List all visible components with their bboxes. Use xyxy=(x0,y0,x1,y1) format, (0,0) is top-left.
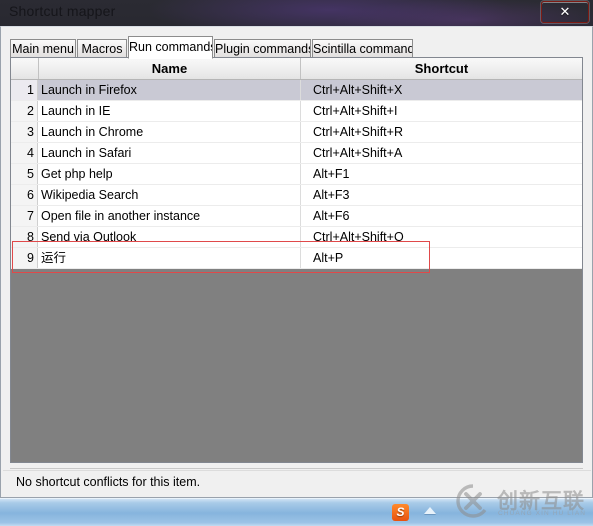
background-window-text xyxy=(205,2,535,24)
table-row[interactable]: 3 Launch in Chrome Ctrl+Alt+Shift+R xyxy=(11,122,582,143)
list-header-row: Name Shortcut xyxy=(11,58,582,80)
column-divider xyxy=(300,80,301,100)
column-header-shortcut[interactable]: Shortcut xyxy=(301,58,582,79)
window-title: Shortcut mapper xyxy=(9,3,116,19)
row-name: Launch in Chrome xyxy=(41,125,144,139)
row-shortcut: Ctrl+Alt+Shift+R xyxy=(313,125,403,139)
row-name: Launch in IE xyxy=(41,104,111,118)
windows-taskbar[interactable]: S xyxy=(0,498,593,526)
row-index: 7 xyxy=(11,206,38,226)
row-index: 4 xyxy=(11,143,38,163)
row-name: Send via Outlook xyxy=(41,230,137,244)
tab-strip: Main menu Macros Run commands Plugin comman… xyxy=(10,36,583,59)
tab-main-menu[interactable]: Main menu xyxy=(10,39,76,58)
row-index: 5 xyxy=(11,164,38,184)
table-row[interactable]: 5 Get php help Alt+F1 xyxy=(11,164,582,185)
row-index: 8 xyxy=(11,227,38,247)
row-name: Get php help xyxy=(41,167,113,181)
table-row[interactable]: 2 Launch in IE Ctrl+Alt+Shift+I xyxy=(11,101,582,122)
row-index: 9 xyxy=(11,248,38,268)
show-hidden-icons-chevron-up-icon[interactable] xyxy=(424,507,436,514)
row-shortcut: Ctrl+Alt+Shift+X xyxy=(313,83,403,97)
table-row[interactable]: 8 Send via Outlook Ctrl+Alt+Shift+O xyxy=(11,227,582,248)
tab-scintilla-commands[interactable]: Scintilla commands xyxy=(312,39,413,58)
column-header-name[interactable]: Name xyxy=(39,58,301,79)
close-button[interactable]: ✕ xyxy=(541,1,589,23)
column-divider xyxy=(300,143,301,163)
row-index: 3 xyxy=(11,122,38,142)
row-name: Open file in another instance xyxy=(41,209,201,223)
list-rows-container: 1 Launch in Firefox Ctrl+Alt+Shift+X 2 Launc… xyxy=(11,80,582,462)
sogou-tray-icon[interactable]: S xyxy=(392,504,409,521)
row-shortcut: Alt+F3 xyxy=(313,188,350,202)
row-index: 1 xyxy=(11,80,38,100)
row-shortcut: Alt+F1 xyxy=(313,167,350,181)
shortcut-list[interactable]: Name Shortcut 1 Launch in Firefox Ctrl+Alt… xyxy=(10,57,583,463)
status-divider xyxy=(10,468,583,469)
row-name: 运行 xyxy=(41,251,67,265)
row-name: Wikipedia Search xyxy=(41,188,139,202)
table-row[interactable]: 4 Launch in Safari Ctrl+Alt+Shift+A xyxy=(11,143,582,164)
tab-macros[interactable]: Macros xyxy=(77,39,127,58)
column-divider xyxy=(300,122,301,142)
table-row[interactable]: 1 Launch in Firefox Ctrl+Alt+Shift+X xyxy=(11,80,582,101)
row-shortcut: Ctrl+Alt+Shift+O xyxy=(313,230,404,244)
table-row[interactable]: 6 Wikipedia Search Alt+F3 xyxy=(11,185,582,206)
status-bar: No shortcut conflicts for this item. xyxy=(3,470,591,495)
row-name: Launch in Firefox xyxy=(41,83,137,97)
dialog-content: Main menu Macros Run commands Plugin comman… xyxy=(2,28,591,496)
table-row[interactable]: 7 Open file in another instance Alt+F6 xyxy=(11,206,582,227)
row-shortcut: Alt+P xyxy=(313,251,344,265)
column-divider xyxy=(300,248,301,268)
row-shortcut: Alt+F6 xyxy=(313,209,350,223)
column-divider xyxy=(300,185,301,205)
row-index: 2 xyxy=(11,101,38,121)
tab-run-commands[interactable]: Run commands xyxy=(128,36,213,59)
close-icon: ✕ xyxy=(559,4,571,19)
column-divider xyxy=(300,101,301,121)
window-titlebar[interactable]: Shortcut mapper ✕ xyxy=(0,0,593,26)
column-divider xyxy=(300,227,301,247)
row-index: 6 xyxy=(11,185,38,205)
row-name: Launch in Safari xyxy=(41,146,132,160)
shortcut-mapper-dialog: Main menu Macros Run commands Plugin comman… xyxy=(0,26,593,498)
column-divider xyxy=(300,206,301,226)
status-message: No shortcut conflicts for this item. xyxy=(16,475,201,489)
row-shortcut: Ctrl+Alt+Shift+A xyxy=(313,146,403,160)
table-row[interactable]: 9 运行 Alt+P xyxy=(11,248,582,269)
column-header-index[interactable] xyxy=(11,58,39,79)
tab-plugin-commands[interactable]: Plugin commands xyxy=(214,39,311,58)
row-shortcut: Ctrl+Alt+Shift+I xyxy=(313,104,398,118)
column-divider xyxy=(300,164,301,184)
